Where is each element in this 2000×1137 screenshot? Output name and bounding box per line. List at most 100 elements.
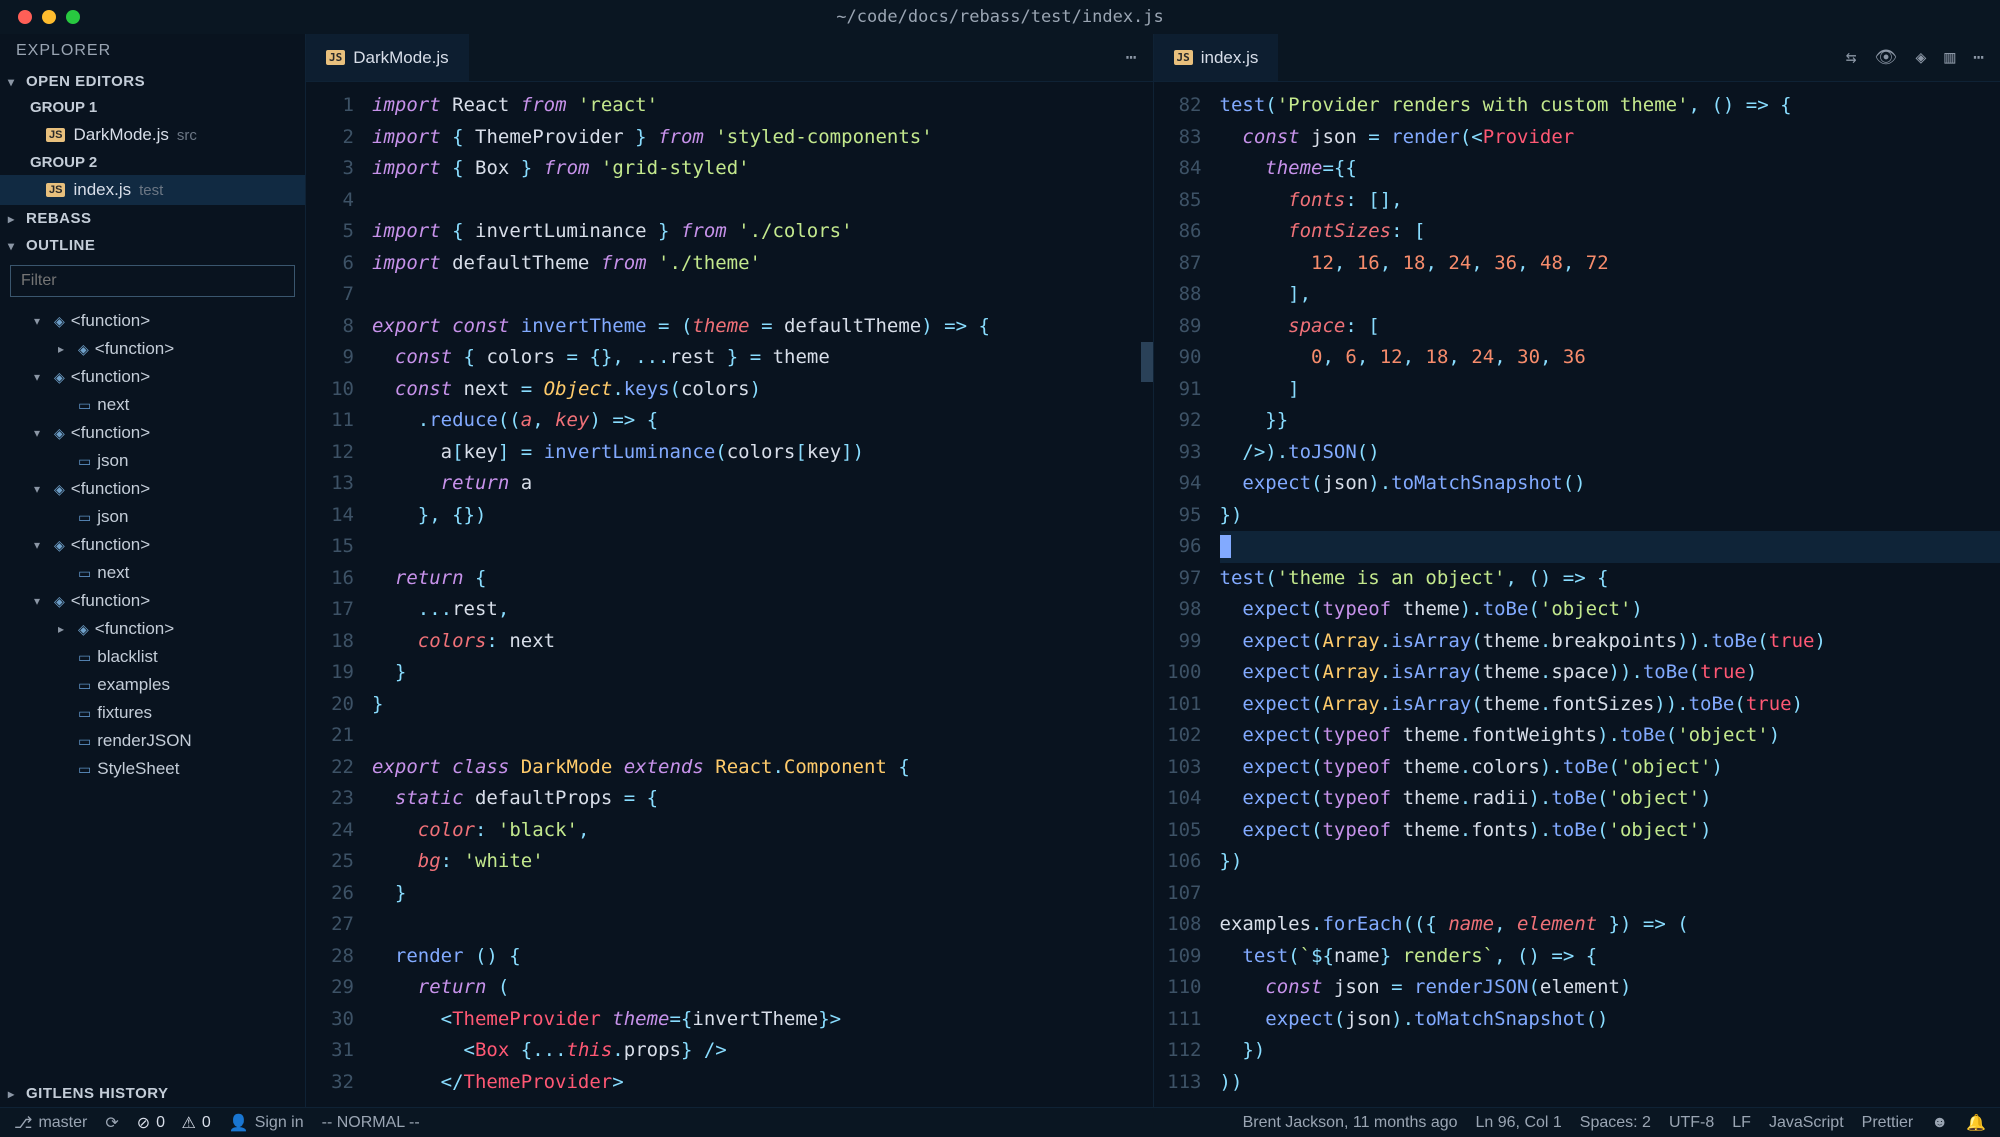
diff-icon[interactable]: ◈: [1915, 47, 1926, 68]
cursor-position[interactable]: Ln 96, Col 1: [1476, 1114, 1562, 1132]
maximize-window-button[interactable]: [66, 10, 80, 24]
code-line[interactable]: }): [1220, 1035, 2000, 1067]
code-editor-right[interactable]: 8283848586878889909192939495969798991001…: [1154, 82, 2000, 1107]
signin-button[interactable]: 👤 Sign in: [229, 1113, 304, 1133]
code-line[interactable]: [1220, 531, 2000, 563]
code-line[interactable]: <Box {...this.props} />: [372, 1035, 1153, 1067]
minimap-left[interactable]: [1141, 342, 1153, 382]
outline-item[interactable]: ▾◈<function>: [0, 307, 305, 335]
more-actions-icon[interactable]: ⋯: [1973, 47, 1984, 68]
code-line[interactable]: import { Box } from 'grid-styled': [372, 153, 1153, 185]
code-line[interactable]: static defaultProps = {: [372, 783, 1153, 815]
code-line[interactable]: }: [372, 657, 1153, 689]
code-line[interactable]: 0, 6, 12, 18, 24, 30, 36: [1220, 342, 2000, 374]
code-line[interactable]: fonts: [],: [1220, 185, 2000, 217]
code-line[interactable]: const { colors = {}, ...rest } = theme: [372, 342, 1153, 374]
code-line[interactable]: test('theme is an object', () => {: [1220, 563, 2000, 595]
code-line[interactable]: import { ThemeProvider } from 'styled-co…: [372, 122, 1153, 154]
git-branch[interactable]: ⎇ master: [14, 1113, 87, 1133]
indentation[interactable]: Spaces: 2: [1580, 1114, 1651, 1132]
code-line[interactable]: theme={{: [1220, 153, 2000, 185]
language-mode[interactable]: JavaScript: [1769, 1114, 1844, 1132]
code-line[interactable]: }, {}): [372, 500, 1153, 532]
code-line[interactable]: test('Provider renders with custom theme…: [1220, 90, 2000, 122]
rebass-section[interactable]: ▸ REBASS: [0, 205, 305, 232]
outline-item[interactable]: ▭renderJSON: [0, 727, 305, 755]
eol[interactable]: LF: [1732, 1114, 1751, 1132]
more-actions-icon[interactable]: ⋯: [1126, 47, 1137, 68]
compare-icon[interactable]: ⇆: [1846, 47, 1857, 68]
code-line[interactable]: expect(typeof theme.fonts).toBe('object'…: [1220, 815, 2000, 847]
code-editor-left[interactable]: 1234567891011121314151617181920212223242…: [306, 82, 1153, 1107]
open-editors-section[interactable]: ▾ OPEN EDITORS: [0, 68, 305, 95]
outline-item[interactable]: ▾◈<function>: [0, 587, 305, 615]
code-line[interactable]: expect(typeof theme.fontWeights).toBe('o…: [1220, 720, 2000, 752]
close-window-button[interactable]: [18, 10, 32, 24]
outline-item[interactable]: ▸◈<function>: [0, 615, 305, 643]
code-line[interactable]: </ThemeProvider>: [372, 1067, 1153, 1099]
code-line[interactable]: render () {: [372, 941, 1153, 973]
outline-item[interactable]: ▭json: [0, 503, 305, 531]
code-line[interactable]: space: [: [1220, 311, 2000, 343]
outline-item[interactable]: ▾◈<function>: [0, 419, 305, 447]
code-line[interactable]: color: 'black',: [372, 815, 1153, 847]
code-line[interactable]: expect(Array.isArray(theme.fontSizes)).t…: [1220, 689, 2000, 721]
code-line[interactable]: expect(json).toMatchSnapshot(): [1220, 1004, 2000, 1036]
code-line[interactable]: import defaultTheme from './theme': [372, 248, 1153, 280]
code-line[interactable]: expect(typeof theme.colors).toBe('object…: [1220, 752, 2000, 784]
code-line[interactable]: [372, 185, 1153, 217]
code-line[interactable]: ],: [1220, 279, 2000, 311]
outline-section[interactable]: ▾ OUTLINE: [0, 232, 305, 259]
code-line[interactable]: return a: [372, 468, 1153, 500]
code-line[interactable]: ]: [1220, 374, 2000, 406]
outline-item[interactable]: ▭StyleSheet: [0, 755, 305, 783]
git-blame[interactable]: Brent Jackson, 11 months ago: [1243, 1114, 1458, 1132]
code-line[interactable]: return (: [372, 972, 1153, 1004]
code-line[interactable]: expect(Array.isArray(theme.space)).toBe(…: [1220, 657, 2000, 689]
code-line[interactable]: .reduce((a, key) => {: [372, 405, 1153, 437]
code-line[interactable]: expect(typeof theme).toBe('object'): [1220, 594, 2000, 626]
code-line[interactable]: [372, 279, 1153, 311]
code-line[interactable]: export class DarkMode extends React.Comp…: [372, 752, 1153, 784]
eye-icon[interactable]: 👁: [1875, 47, 1898, 68]
code-line[interactable]: colors: next: [372, 626, 1153, 658]
code-line[interactable]: [1220, 878, 2000, 910]
outline-filter-input[interactable]: [10, 265, 295, 297]
sync-button[interactable]: ⟳: [105, 1113, 118, 1133]
gitlens-section[interactable]: ▸ GITLENS HISTORY: [0, 1080, 305, 1107]
outline-item[interactable]: ▭json: [0, 447, 305, 475]
outline-item[interactable]: ▭fixtures: [0, 699, 305, 727]
code-line[interactable]: bg: 'white': [372, 846, 1153, 878]
code-line[interactable]: const json = renderJSON(element): [1220, 972, 2000, 1004]
code-line[interactable]: 12, 16, 18, 24, 36, 48, 72: [1220, 248, 2000, 280]
outline-item[interactable]: ▾◈<function>: [0, 531, 305, 559]
tab-index[interactable]: JS index.js: [1154, 34, 1280, 81]
code-line[interactable]: <ThemeProvider theme={invertTheme}>: [372, 1004, 1153, 1036]
outline-item[interactable]: ▭next: [0, 391, 305, 419]
code-line[interactable]: [372, 720, 1153, 752]
outline-item[interactable]: ▾◈<function>: [0, 475, 305, 503]
code-line[interactable]: const json = render(<Provider: [1220, 122, 2000, 154]
code-line[interactable]: import { invertLuminance } from './color…: [372, 216, 1153, 248]
open-file-darkmode[interactable]: JS DarkMode.js src: [0, 120, 305, 150]
outline-item[interactable]: ▭blacklist: [0, 643, 305, 671]
code-line[interactable]: [372, 909, 1153, 941]
code-line[interactable]: ...rest,: [372, 594, 1153, 626]
code-line[interactable]: expect(typeof theme.radii).toBe('object'…: [1220, 783, 2000, 815]
code-line[interactable]: expect(Array.isArray(theme.breakpoints))…: [1220, 626, 2000, 658]
outline-item[interactable]: ▾◈<function>: [0, 363, 305, 391]
split-editor-icon[interactable]: ▥: [1944, 47, 1955, 68]
minimize-window-button[interactable]: [42, 10, 56, 24]
outline-item[interactable]: ▭examples: [0, 671, 305, 699]
code-line[interactable]: const next = Object.keys(colors): [372, 374, 1153, 406]
code-line[interactable]: }: [372, 689, 1153, 721]
code-line[interactable]: return {: [372, 563, 1153, 595]
code-line[interactable]: a[key] = invertLuminance(colors[key]): [372, 437, 1153, 469]
code-line[interactable]: }): [1220, 500, 2000, 532]
code-line[interactable]: examples.forEach(({ name, element }) => …: [1220, 909, 2000, 941]
code-line[interactable]: }}: [1220, 405, 2000, 437]
feedback-icon[interactable]: ☻: [1931, 1114, 1948, 1132]
code-line[interactable]: }): [1220, 846, 2000, 878]
open-file-index[interactable]: JS index.js test: [0, 175, 305, 205]
outline-item[interactable]: ▸◈<function>: [0, 335, 305, 363]
